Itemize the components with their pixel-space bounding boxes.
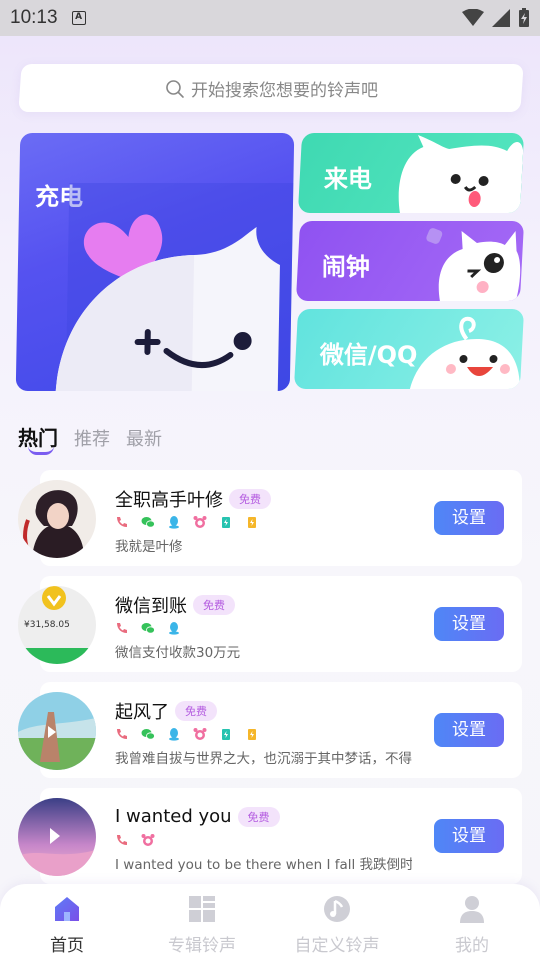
home-icon	[55, 897, 79, 921]
ringtone-title: 微信到账	[115, 596, 187, 617]
tab-latest[interactable]: 最新	[126, 425, 162, 451]
wechat-icon	[141, 517, 155, 528]
bottom-navigation: 首页 专辑铃声 自定义铃声 我的	[0, 884, 540, 960]
alarm-clock-icon	[193, 516, 207, 528]
nav-mine[interactable]: 我的	[407, 894, 537, 956]
status-time: 10:13	[10, 7, 58, 28]
category-alarm-card[interactable]: 闹钟	[295, 221, 525, 301]
phone-icon	[117, 517, 127, 527]
battery-icon	[519, 8, 529, 27]
qq-icon	[169, 622, 179, 635]
status-icons	[462, 8, 530, 28]
category-alarm-label: 闹钟	[321, 253, 370, 281]
notification-a-icon: A	[71, 11, 86, 25]
ringtone-title: 全职高手叶修	[115, 490, 223, 511]
ringtone-description: 微信支付收款30万元	[115, 645, 241, 661]
alarm-cat-illustration	[426, 228, 521, 301]
usage-icons	[115, 727, 259, 741]
status-bar: 10:13 A	[0, 0, 540, 36]
signal-icon	[492, 9, 510, 27]
ringtone-description: 我就是叶修	[115, 539, 183, 555]
free-badge: 免费	[237, 806, 280, 827]
search-placeholder: 开始搜索您想要的铃声吧	[190, 80, 378, 101]
battery-low-icon	[248, 729, 256, 740]
wechat-icon	[141, 729, 155, 740]
ringtone-title: 起风了	[115, 702, 169, 723]
wifi-icon	[462, 9, 484, 26]
battery-low-icon	[248, 517, 256, 528]
ringtone-avatar	[18, 798, 96, 876]
free-badge: 免费	[193, 595, 235, 615]
ringtone-tabs: 热门 推荐 最新	[18, 422, 162, 455]
wechat-mascot-illustration	[409, 316, 520, 389]
ringtone-avatar	[18, 480, 96, 558]
payment-amount-text: ¥31,58.05	[24, 620, 70, 630]
qq-icon	[169, 728, 179, 741]
call-cat-illustration	[398, 135, 524, 213]
wechat-icon	[141, 623, 155, 634]
phone-icon	[117, 835, 127, 845]
tab-hot[interactable]: 热门	[18, 422, 58, 455]
alarm-clock-icon	[193, 728, 207, 740]
category-call-card[interactable]: 来电	[297, 133, 525, 213]
category-call-label: 来电	[323, 165, 372, 193]
phone-icon	[117, 623, 127, 633]
usage-icons	[115, 621, 181, 635]
albums-grid-icon	[189, 896, 215, 922]
free-badge: 免费	[175, 701, 217, 721]
set-ringtone-button[interactable]: 设置	[434, 607, 504, 641]
nav-home-label: 首页	[50, 936, 84, 956]
ringtone-description: 我曾难自拔与世界之大，也沉溺于其中梦话，不得真假，不做挣扎	[115, 751, 412, 767]
nav-custom[interactable]: 自定义铃声	[272, 894, 402, 956]
ringtone-title-row: 微信到账 免费	[115, 592, 235, 618]
qq-icon	[169, 516, 179, 529]
search-bar[interactable]: 开始搜索您想要的铃声吧	[18, 64, 524, 112]
charging-icon	[222, 729, 230, 740]
category-charge-card[interactable]: 充电	[15, 133, 295, 391]
nav-mine-label: 我的	[455, 936, 489, 956]
ringtone-title-row: 起风了 免费	[115, 698, 217, 724]
ringtone-title-row: 全职高手叶修 免费	[115, 486, 271, 512]
nav-albums-label: 专辑铃声	[168, 936, 236, 956]
charge-mascot-illustration	[55, 183, 295, 391]
usage-icons	[115, 833, 155, 847]
nav-custom-label: 自定义铃声	[294, 936, 380, 956]
category-wechat-card[interactable]: 微信/QQ	[293, 309, 525, 389]
custom-ringtone-icon	[324, 896, 350, 922]
charging-icon	[222, 517, 230, 528]
free-badge: 免费	[229, 489, 271, 509]
set-ringtone-button[interactable]: 设置	[434, 713, 504, 747]
nav-albums[interactable]: 专辑铃声	[137, 894, 267, 956]
set-ringtone-button[interactable]: 设置	[434, 501, 504, 535]
alarm-clock-icon	[141, 834, 155, 846]
set-ringtone-button[interactable]: 设置	[434, 819, 504, 853]
usage-icons	[115, 515, 259, 529]
user-icon	[460, 896, 484, 923]
ringtone-avatar: ¥31,58.05	[18, 586, 96, 664]
ringtone-title: I wanted you	[115, 806, 232, 827]
ringtone-avatar	[18, 692, 96, 770]
phone-icon	[117, 729, 127, 739]
ringtone-title-row: I wanted you 免费	[115, 806, 280, 827]
tab-recommend[interactable]: 推荐	[74, 425, 110, 451]
search-icon	[165, 79, 184, 97]
nav-home[interactable]: 首页	[2, 894, 132, 956]
ringtone-description: I wanted you to be there when I fall 我跌倒…	[115, 857, 412, 873]
